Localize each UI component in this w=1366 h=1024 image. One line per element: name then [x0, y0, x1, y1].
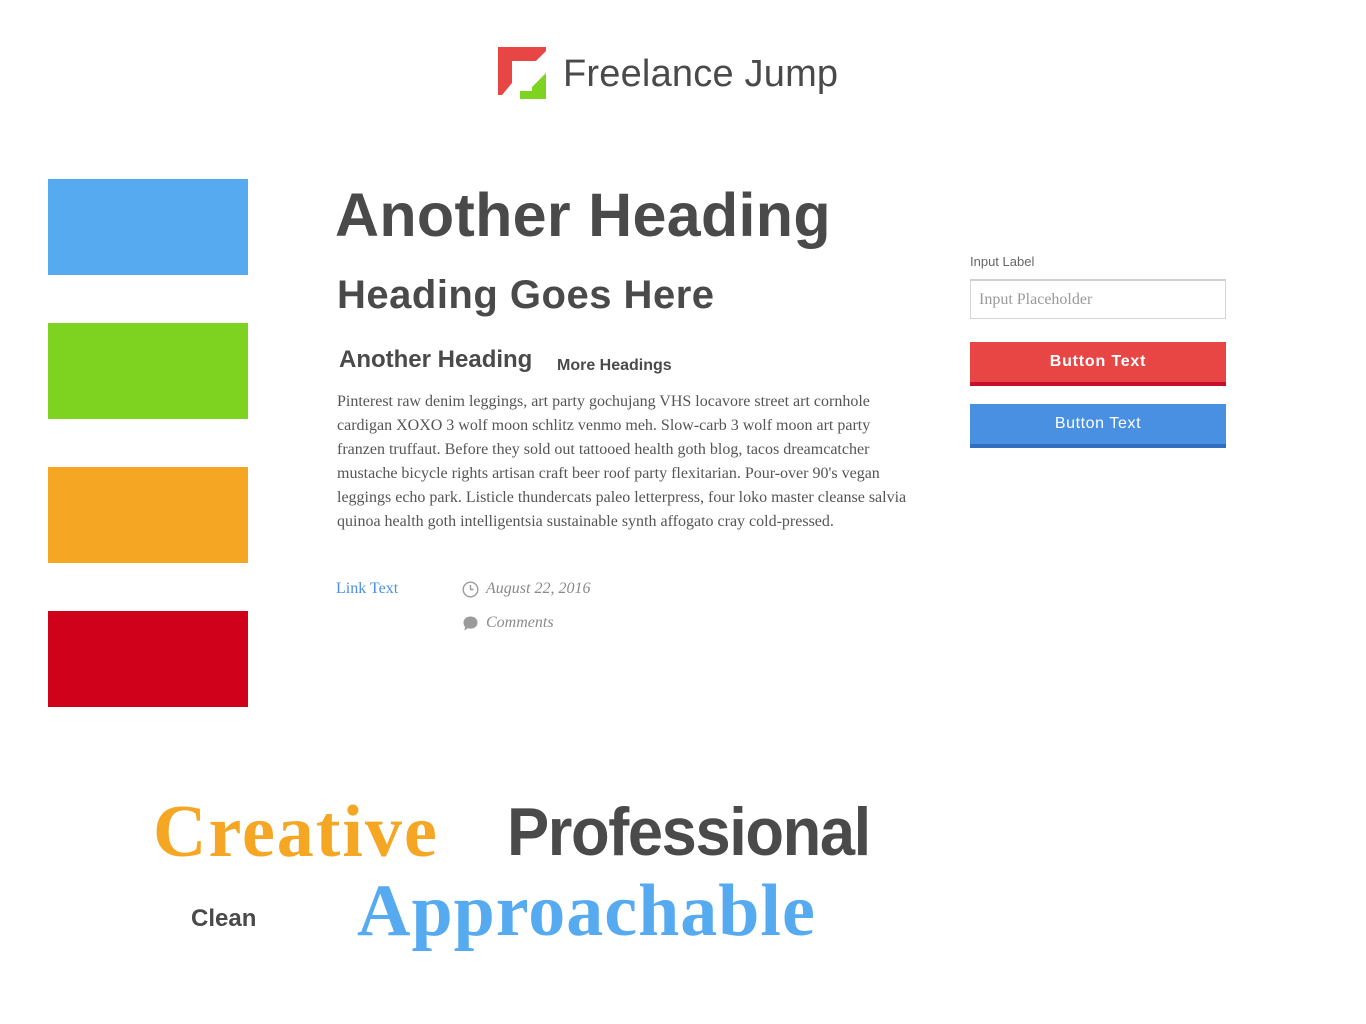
- brand-word-professional: Professional: [507, 794, 871, 870]
- post-date-text: August 22, 2016: [486, 580, 591, 597]
- comments-label: Comments: [486, 614, 554, 631]
- heading-4: More Headings: [557, 357, 672, 374]
- comments-link[interactable]: Comments: [462, 614, 554, 632]
- brand-name: Freelance Jump: [563, 52, 839, 95]
- color-swatch-green: [48, 323, 248, 419]
- heading-2: Heading Goes Here: [337, 273, 715, 317]
- brand-logo: Freelance Jump: [498, 47, 838, 99]
- clock-icon: [462, 580, 479, 598]
- comment-bubble-icon: [463, 616, 478, 630]
- color-swatch-orange: [48, 467, 248, 563]
- heading-3: Another Heading: [339, 346, 533, 373]
- color-swatch-red: [48, 611, 248, 707]
- primary-button[interactable]: Button Text: [970, 342, 1226, 386]
- freelance-jump-logo-icon: [498, 47, 546, 99]
- brand-word-clean: Clean: [191, 905, 257, 932]
- secondary-button[interactable]: Button Text: [970, 404, 1226, 448]
- color-swatch-blue: [48, 179, 248, 275]
- brand-word-creative: Creative: [153, 791, 439, 873]
- input-label: Input Label: [970, 254, 1035, 269]
- body-paragraph: Pinterest raw denim leggings, art party …: [337, 393, 907, 530]
- brand-word-approachable: Approachable: [357, 870, 816, 952]
- sample-link[interactable]: Link Text: [336, 580, 398, 598]
- post-date: August 22, 2016: [462, 580, 590, 598]
- sample-text-input[interactable]: [970, 279, 1226, 319]
- heading-1: Another Heading: [335, 181, 831, 249]
